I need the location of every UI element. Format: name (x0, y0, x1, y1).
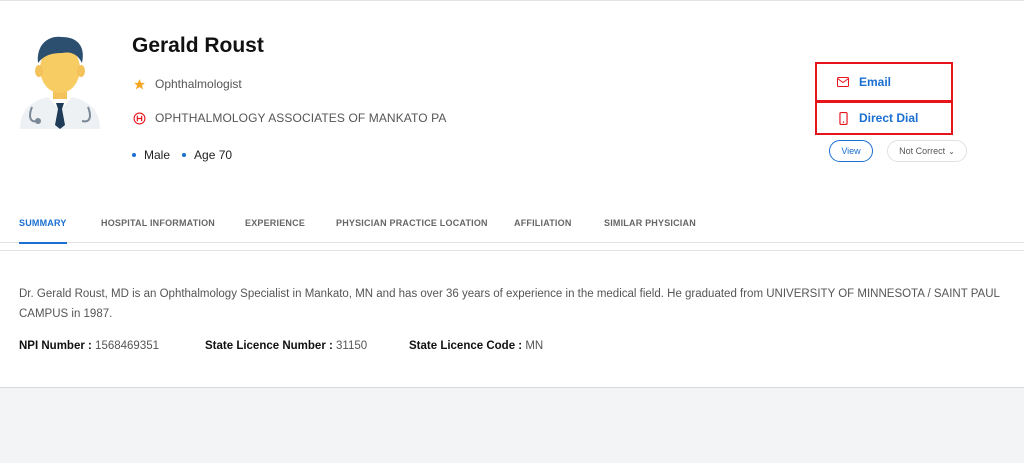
tab-physician-practice-location[interactable]: PHYSICIAN PRACTICE LOCATION (336, 218, 488, 242)
hospital-icon (132, 111, 146, 125)
demographics-row: Male Age 70 (132, 148, 244, 162)
section-divider (0, 250, 1024, 251)
mail-icon (837, 76, 849, 88)
direct-dial-button[interactable]: Direct Dial (815, 101, 953, 135)
chevron-down-icon: ⌄ (948, 146, 955, 156)
tab-bar: SUMMARY HOSPITAL INFORMATION EXPERIENCE … (0, 206, 1024, 244)
age-item: Age 70 (182, 148, 232, 162)
gender-label: Male (144, 148, 171, 162)
tab-summary[interactable]: SUMMARY (19, 218, 67, 244)
bullet-icon (132, 153, 136, 157)
npi-value: 1568469351 (95, 340, 160, 352)
tab-similar-physician[interactable]: SIMILAR PHYSICIAN (604, 218, 696, 242)
organization-row: OPHTHALMOLOGY ASSOCIATES OF MANKATO PA (132, 111, 446, 125)
tab-experience[interactable]: EXPERIENCE (245, 218, 305, 242)
age-label: Age 70 (194, 148, 233, 162)
profile-card: Gerald Roust Ophthalmologist OPHTHALMOLO… (0, 0, 1024, 388)
specialty-label: Ophthalmologist (155, 77, 242, 91)
email-label: Email (859, 75, 892, 89)
tab-hospital-information[interactable]: HOSPITAL INFORMATION (101, 218, 215, 242)
bullet-icon (182, 153, 187, 157)
specialty-row: Ophthalmologist (132, 77, 242, 91)
npi-number: NPI Number : 1568469351 (19, 340, 159, 352)
licence-code-label: State Licence Code : (409, 340, 523, 352)
licence-number-label: State Licence Number : (205, 340, 333, 352)
physician-avatar (20, 36, 100, 129)
state-licence-code: State Licence Code : MN (409, 340, 543, 352)
not-correct-dropdown[interactable]: Not Correct ⌄ (887, 140, 967, 162)
direct-dial-label: Direct Dial (859, 111, 919, 125)
email-button[interactable]: Email (815, 62, 953, 102)
star-icon (132, 77, 146, 91)
state-licence-number: State Licence Number : 31150 (205, 340, 367, 352)
npi-label: NPI Number : (19, 340, 92, 352)
view-button[interactable]: View (829, 140, 873, 162)
licence-code-value: MN (525, 340, 544, 352)
licence-number-value: 31150 (336, 340, 368, 352)
gender-item: Male (132, 148, 170, 162)
not-correct-label: Not Correct (899, 146, 946, 156)
organization-label: OPHTHALMOLOGY ASSOCIATES OF MANKATO PA (155, 111, 447, 125)
summary-text: Dr. Gerald Roust, MD is an Ophthalmology… (19, 288, 1000, 320)
physician-name: Gerald Roust (132, 34, 264, 57)
tab-affiliation[interactable]: AFFILIATION (514, 218, 572, 242)
phone-icon (837, 111, 849, 125)
